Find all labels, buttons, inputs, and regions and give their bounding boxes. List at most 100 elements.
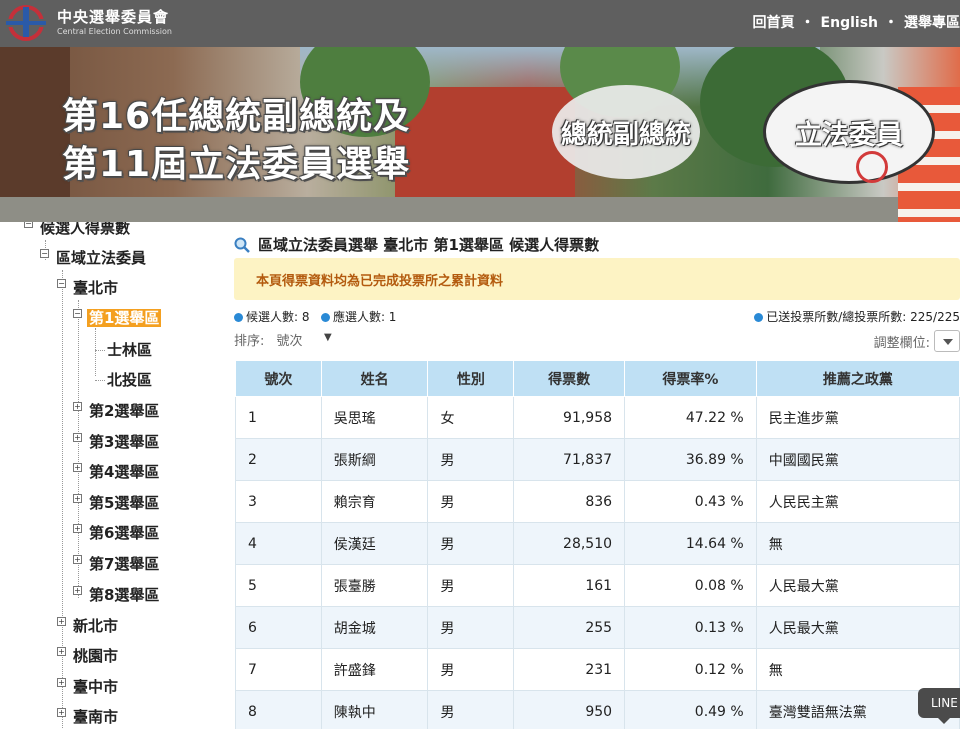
tree-node-district[interactable]: 第3選舉區: [89, 433, 159, 451]
stats-row: 候選人數: 8 應選人數: 1 已送投票所數/總投票所數: 225/225: [234, 308, 960, 325]
table-row: 1 吳思瑤女 91,958 47.22 % 民主進步黨: [235, 396, 960, 439]
tree-node-root[interactable]: 候選人得票數: [40, 222, 130, 237]
page-title: 區域立法委員選舉 臺北市 第1選舉區 候選人得票數: [234, 234, 599, 255]
election-banner: 第16任總統副總統及 第11屆立法委員選舉 總統副總統 立法委員: [0, 47, 960, 222]
table-row: 6 胡金城男 255 0.13 % 人民最大黨: [235, 606, 960, 649]
table-cell: 5: [235, 564, 322, 607]
adjust-columns-label: 調整欄位:: [873, 336, 930, 351]
column-header[interactable]: 得票率%: [624, 360, 757, 397]
top-header: 中央選舉委員會 Central Election Commission 回首頁・…: [0, 0, 960, 47]
page-title-text: 區域立法委員選舉 臺北市 第1選舉區 候選人得票數: [258, 236, 600, 254]
legislator-election-button[interactable]: 立法委員: [763, 80, 935, 184]
collapse-toggle-icon[interactable]: −: [24, 222, 33, 228]
chevron-down-icon[interactable]: ▼: [324, 332, 332, 343]
column-header[interactable]: 號次: [235, 360, 322, 397]
bullet-icon: [234, 313, 243, 322]
nav-english-link[interactable]: English: [821, 15, 878, 31]
collapse-toggle-icon[interactable]: −: [57, 279, 66, 288]
table-cell: 張斯綱: [320, 438, 429, 481]
column-header[interactable]: 推薦之政黨: [755, 360, 960, 397]
line-share-button[interactable]: LINE: [918, 688, 960, 724]
table-cell: 3: [235, 480, 322, 523]
column-header[interactable]: 得票數: [513, 360, 626, 397]
president-election-button[interactable]: 總統副總統: [552, 85, 700, 179]
table-cell: 男: [427, 690, 515, 729]
expand-toggle-icon[interactable]: +: [57, 708, 66, 717]
collapse-toggle-icon[interactable]: −: [40, 249, 49, 258]
sort-label: 排序:: [234, 334, 265, 349]
table-cell: 男: [427, 480, 515, 523]
nav-separator: ・: [800, 15, 815, 31]
candidate-count: 候選人數: 8: [246, 310, 310, 324]
table-cell: 2: [235, 438, 322, 481]
table-cell: 0.43 %: [624, 480, 757, 523]
expand-toggle-icon[interactable]: +: [73, 586, 82, 595]
adjust-columns-dropdown[interactable]: [934, 330, 960, 352]
tree-node-category[interactable]: 區域立法委員: [56, 249, 146, 267]
tree-node-area[interactable]: 北投區: [107, 371, 152, 389]
vote-stamp-icon: [856, 151, 888, 183]
expand-toggle-icon[interactable]: +: [57, 678, 66, 687]
table-cell: 賴宗育: [320, 480, 429, 523]
table-cell: 人民民主黨: [755, 480, 960, 523]
station-progress: 已送投票所數/總投票所數: 225/225: [754, 308, 960, 325]
bullet-icon: [754, 313, 764, 322]
table-row: 8 陳執中男 950 0.49 % 臺灣雙語無法黨: [235, 690, 960, 729]
column-header[interactable]: 姓名: [320, 360, 429, 397]
table-cell: 231: [513, 648, 626, 691]
tree-node-city[interactable]: 臺北市: [73, 279, 118, 297]
tree-node-city[interactable]: 臺中市: [73, 678, 118, 696]
table-cell: 28,510: [513, 522, 626, 565]
nav-home-link[interactable]: 回首頁: [753, 15, 795, 31]
expand-toggle-icon[interactable]: +: [73, 402, 82, 411]
tree-node-district[interactable]: 第6選舉區: [89, 524, 159, 542]
tree-node-city[interactable]: 新北市: [73, 617, 118, 635]
table-cell: 255: [513, 606, 626, 649]
table-cell: 吳思瑤: [320, 396, 429, 439]
table-cell: 0.08 %: [624, 564, 757, 607]
table-cell: 7: [235, 648, 322, 691]
expand-toggle-icon[interactable]: +: [73, 524, 82, 533]
tree-node-district-selected[interactable]: 第1選舉區: [87, 309, 162, 327]
table-cell: 陳執中: [320, 690, 429, 729]
table-cell: 47.22 %: [624, 396, 757, 439]
tree-node-district[interactable]: 第4選舉區: [89, 463, 159, 481]
collapse-toggle-icon[interactable]: −: [73, 309, 82, 318]
cec-logo-icon[interactable]: [4, 2, 48, 44]
table-cell: 張臺勝: [320, 564, 429, 607]
table-cell: 許盛鋒: [320, 648, 429, 691]
table-cell: 男: [427, 606, 515, 649]
tree-node-district[interactable]: 第7選舉區: [89, 555, 159, 573]
sort-select[interactable]: 號次: [277, 334, 303, 349]
table-cell: 8: [235, 690, 322, 729]
table-cell: 836: [513, 480, 626, 523]
nav-election-zone-link[interactable]: 選舉專區: [904, 15, 960, 31]
expand-toggle-icon[interactable]: +: [73, 555, 82, 564]
tree-node-city[interactable]: 臺南市: [73, 708, 118, 726]
table-cell: 人民最大黨: [755, 606, 960, 649]
banner-title-line2: 第11屆立法委員選舉: [62, 144, 411, 185]
expand-toggle-icon[interactable]: +: [73, 463, 82, 472]
notice-text: 本頁得票資料均為已完成投票所之累計資料: [256, 274, 504, 289]
expand-toggle-icon[interactable]: +: [73, 433, 82, 442]
table-cell: 女: [427, 396, 515, 439]
tree-node-city[interactable]: 桃園市: [73, 647, 118, 665]
results-table: 號次 姓名 性別 得票數 得票率% 推薦之政黨 1 吳思瑤女 91,958 47.22…: [235, 360, 960, 729]
table-cell: 男: [427, 648, 515, 691]
tree-node-district[interactable]: 第8選舉區: [89, 586, 159, 604]
table-cell: 男: [427, 522, 515, 565]
expand-toggle-icon[interactable]: +: [57, 647, 66, 656]
tree-node-district[interactable]: 第2選舉區: [89, 402, 159, 420]
table-cell: 71,837: [513, 438, 626, 481]
table-cell: 4: [235, 522, 322, 565]
tree-node-area[interactable]: 士林區: [107, 341, 152, 359]
notice-banner: 本頁得票資料均為已完成投票所之累計資料: [234, 258, 960, 300]
table-cell: 950: [513, 690, 626, 729]
table-cell: 侯漢廷: [320, 522, 429, 565]
tree-node-district[interactable]: 第5選舉區: [89, 494, 159, 512]
expand-toggle-icon[interactable]: +: [57, 617, 66, 626]
column-header[interactable]: 性別: [427, 360, 515, 397]
expand-toggle-icon[interactable]: +: [73, 494, 82, 503]
station-count: 已送投票所數/總投票所數: 225/225: [766, 310, 960, 324]
table-cell: 1: [235, 396, 322, 439]
